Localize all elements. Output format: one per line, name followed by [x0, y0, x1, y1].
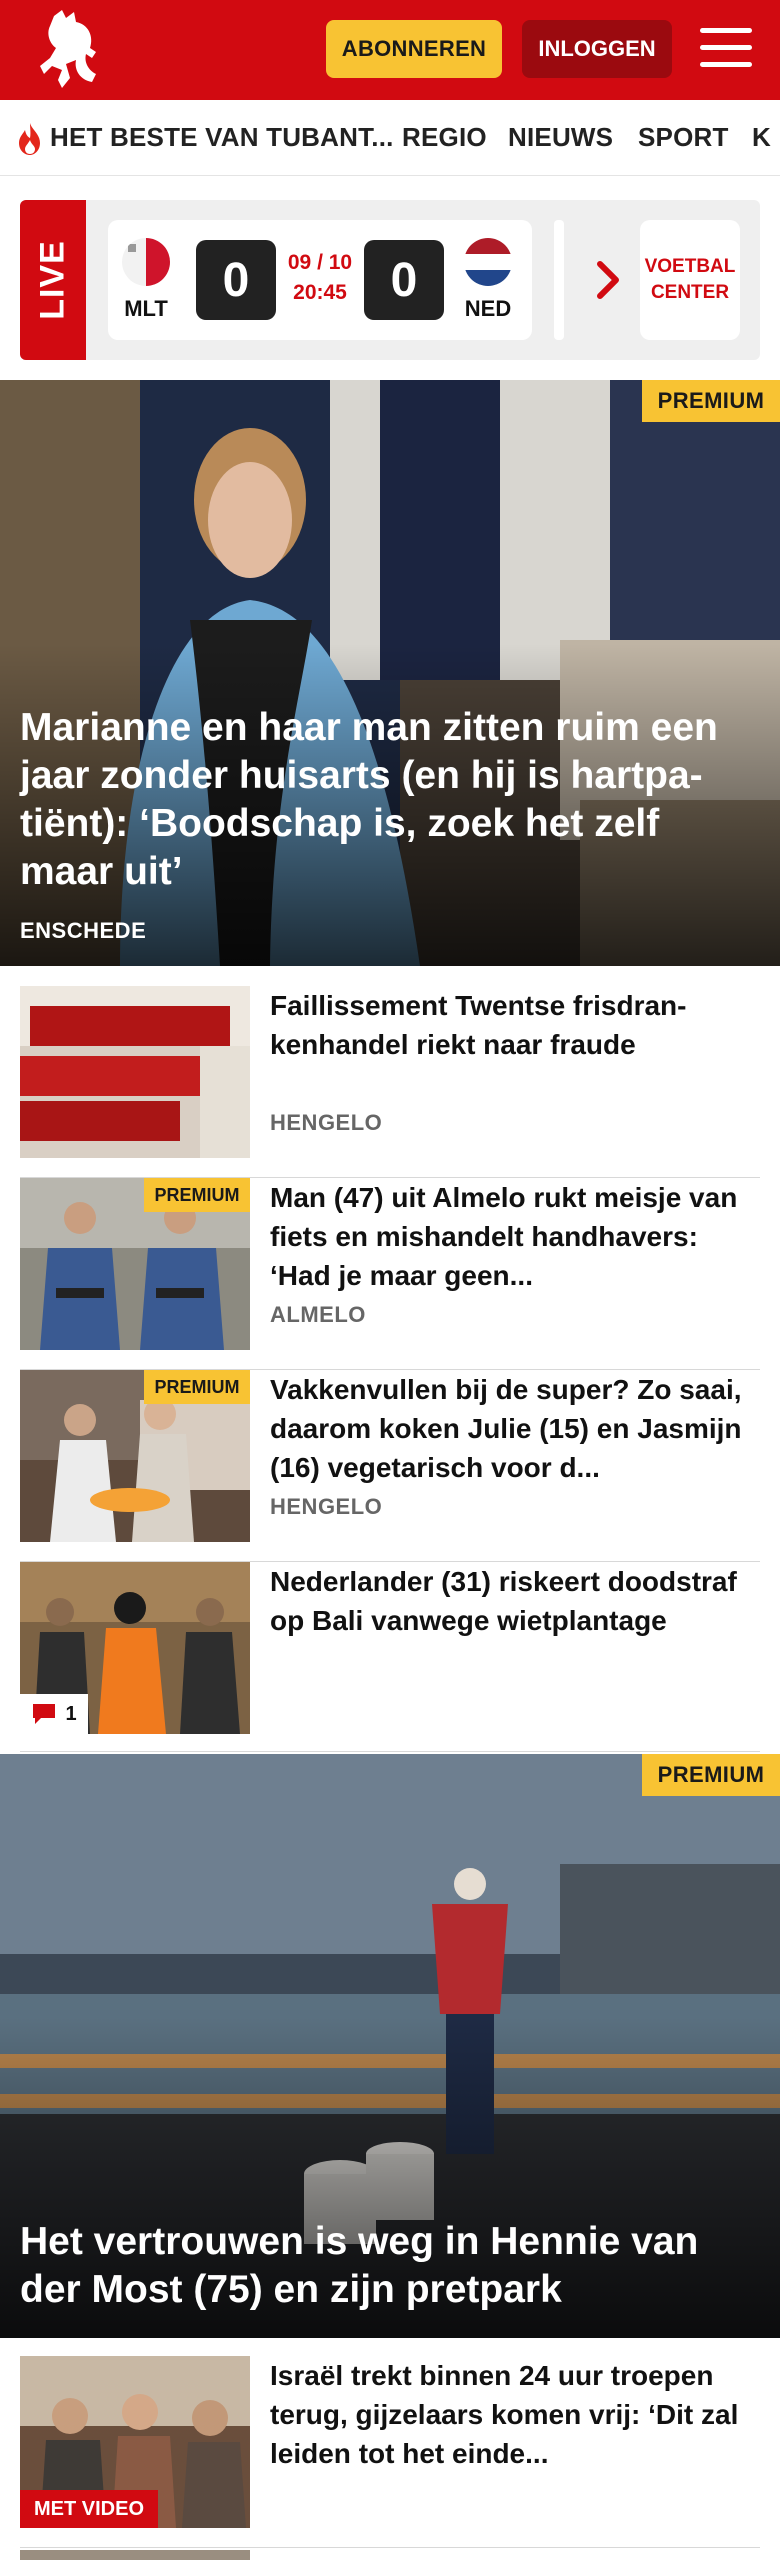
voetbal-center-link[interactable]: VOETBAL CENTER — [640, 220, 740, 340]
nav-item-het-beste[interactable]: HET BESTE VAN TUBANT... — [50, 122, 394, 153]
login-button[interactable]: INLOGGEN — [522, 20, 672, 78]
nav-item-more[interactable]: K — [752, 122, 771, 153]
article-thumbnail: PREMIUM — [20, 1178, 250, 1350]
hero-article[interactable]: PREMIUM Marianne en haar man zitten ruim… — [0, 380, 780, 966]
tubantia-horse-logo[interactable] — [36, 8, 106, 92]
hero-article-2[interactable]: PREMIUM Het vertrouwen is weg in Hennie … — [0, 1754, 780, 2338]
comment-count-value: 1 — [65, 1702, 77, 1725]
flame-icon — [19, 123, 40, 155]
live-scores-strip: LIVE MLT 0 09 / 10 20:45 0 NED VOETBAL C… — [20, 200, 760, 360]
home-team-code: MLT — [124, 296, 168, 321]
nav-item-sport[interactable]: SPORT — [638, 122, 729, 153]
match-card[interactable]: MLT 0 09 / 10 20:45 0 NED — [108, 220, 532, 340]
premium-badge: PREMIUM — [642, 1754, 780, 1796]
list-item[interactable]: PREMIUM Vakkenvullen bij de super? Zo sa… — [20, 1370, 760, 1562]
video-badge: MET VIDEO — [20, 2490, 159, 2528]
section-nav: HET BESTE VAN TUBANT... REGIO NIEUWS SPO… — [0, 100, 780, 176]
hero-title[interactable]: Het vertrouwen is weg in Hennie van der … — [20, 2218, 760, 2314]
nav-item-regio[interactable]: REGIO — [402, 122, 487, 153]
hero-location: ENSCHEDE — [20, 918, 147, 943]
list-item[interactable]: PREMIUM Man (47) uit Almelo rukt meisje … — [20, 1178, 760, 1370]
article-title[interactable]: Israël trekt binnen 24 uur troepen terug… — [270, 2356, 750, 2473]
premium-badge: PREMIUM — [642, 380, 780, 422]
hero-title[interactable]: Marianne en haar man zitten ruim een jaa… — [20, 704, 760, 896]
next-item-thumbnail-partial — [20, 2550, 250, 2560]
netherlands-flag-icon — [464, 238, 512, 286]
match-time: 20:45 — [293, 281, 347, 304]
premium-badge: PREMIUM — [144, 1370, 250, 1404]
list-item[interactable]: Faillissement Twentse frisdran-kenhandel… — [20, 986, 760, 1178]
article-thumbnail: MET VIDEO — [20, 2356, 250, 2528]
article-location: HENGELO — [270, 1494, 383, 1519]
next-match-card[interactable] — [554, 220, 564, 340]
malta-flag-icon — [122, 238, 170, 286]
list-item[interactable]: 1 Nederlander (31) riskeert doodstraf op… — [20, 1562, 760, 1752]
article-title[interactable]: Nederlander (31) riskeert doodstraf op B… — [270, 1562, 750, 1640]
hamburger-menu-icon[interactable] — [700, 28, 752, 72]
comment-icon — [33, 1704, 56, 1724]
match-date: 09 / 10 — [287, 251, 353, 274]
article-title[interactable]: Vakkenvullen bij de super? Zo saai, daar… — [270, 1370, 750, 1487]
article-title[interactable]: Man (47) uit Almelo rukt meisje van fiet… — [270, 1178, 750, 1295]
chevron-right-icon[interactable] — [590, 258, 626, 302]
list-item[interactable]: MET VIDEO Israël trekt binnen 24 uur tro… — [20, 2356, 760, 2548]
comment-count[interactable]: 1 — [20, 1694, 88, 1734]
live-badge: LIVE — [20, 200, 86, 360]
premium-badge: PREMIUM — [144, 1178, 250, 1212]
article-thumbnail — [20, 986, 250, 1158]
subscribe-button[interactable]: ABONNEREN — [326, 20, 502, 78]
article-thumbnail: 1 — [20, 1562, 250, 1734]
article-location: ALMELO — [270, 1302, 366, 1327]
top-bar: ABONNEREN INLOGGEN — [0, 0, 780, 100]
nav-item-nieuws[interactable]: NIEUWS — [508, 122, 613, 153]
article-location: HENGELO — [270, 1110, 383, 1135]
away-team-code: NED — [464, 296, 512, 321]
article-title[interactable]: Faillissement Twentse frisdran-kenhandel… — [270, 986, 750, 1064]
match-datetime: 09 / 10 20:45 — [278, 248, 362, 308]
away-score: 0 — [364, 240, 444, 320]
home-score: 0 — [196, 240, 276, 320]
live-label: LIVE — [33, 240, 72, 320]
article-thumbnail: PREMIUM — [20, 1370, 250, 1542]
